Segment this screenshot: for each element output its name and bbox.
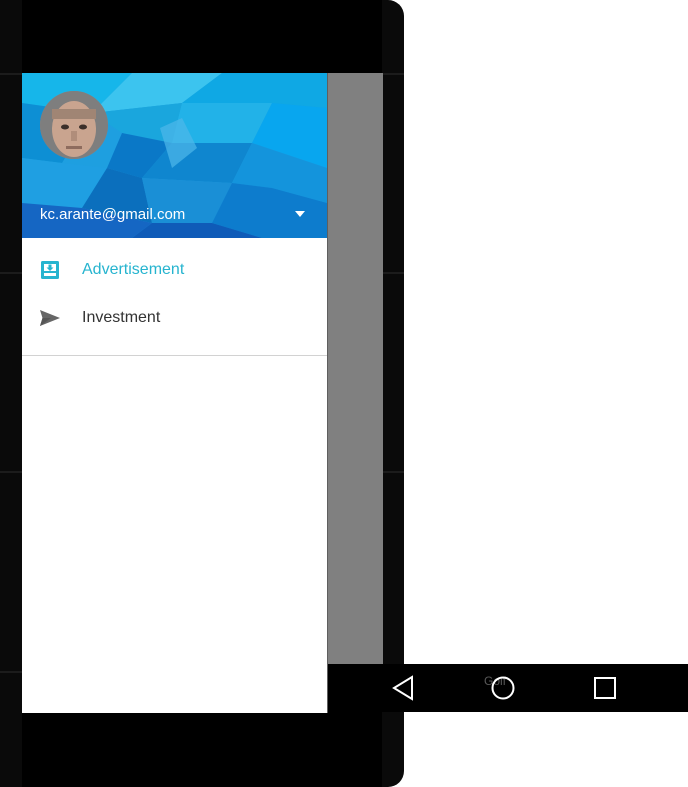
back-triangle-icon[interactable] [390,674,418,702]
menu-item-label: Advertisement [82,261,185,278]
home-circle-icon[interactable] [489,674,517,702]
frame-edge [382,73,404,75]
frame-edge [382,471,404,473]
send-icon [40,310,60,326]
menu-item-advertisement[interactable]: Advertisement [22,246,327,294]
menu-item-label: Investment [82,309,161,326]
avatar-photo [40,91,108,159]
frame-edge [0,471,22,473]
account-email: kc.arante@gmail.com [40,206,186,223]
navigation-drawer: kc.arante@gmail.com Advertisement Invest… [22,73,327,713]
status-bar [22,0,382,73]
drawer-menu: Advertisement Investment [22,238,327,342]
account-avatar[interactable] [40,91,108,159]
drawer-scrim[interactable] [327,73,383,664]
drawer-divider [22,355,327,356]
menu-item-investment[interactable]: Investment [22,294,327,342]
frame-edge [382,272,404,274]
frame-edge [0,73,22,75]
system-nav-bar: Golf [382,664,688,712]
drawer-scrim-bottom[interactable] [327,664,382,713]
frame-edge [0,272,22,274]
drawer-header: kc.arante@gmail.com [22,73,327,238]
dropdown-arrow-icon[interactable] [294,210,306,218]
frame-edge [0,671,22,673]
inbox-download-icon [41,261,59,279]
recents-square-icon[interactable] [591,674,619,702]
bottom-bezel [22,713,382,787]
